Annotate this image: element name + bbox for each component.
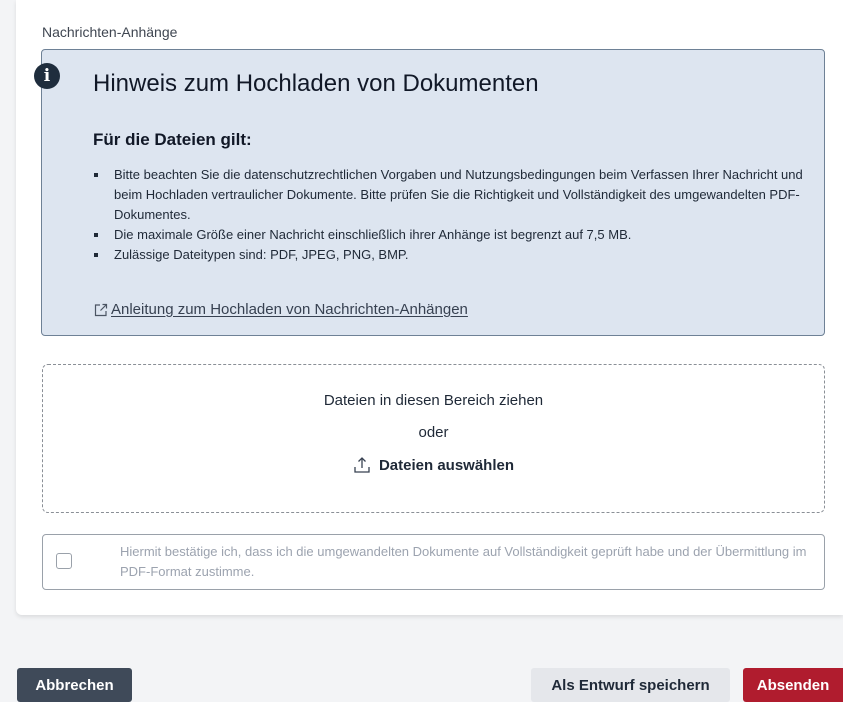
info-title: Hinweis zum Hochladen von Dokumenten [93, 70, 539, 97]
dropzone-drag-text: Dateien in diesen Bereich ziehen [323, 392, 544, 409]
cancel-button[interactable]: Abbrechen [17, 668, 132, 702]
select-files-label: Dateien auswählen [378, 456, 515, 474]
info-list: Bitte beachten Sie die datenschutzrechtl… [93, 165, 829, 265]
info-icon: i [34, 63, 60, 89]
send-button[interactable]: Absenden [743, 668, 843, 702]
external-link-icon [94, 303, 108, 316]
info-list-item: Zulässige Dateitypen sind: PDF, JPEG, PN… [94, 245, 829, 265]
select-files-button[interactable]: Dateien auswählen [43, 456, 824, 474]
confirmation-text: Hiermit bestätige ich, dass ich die umge… [120, 544, 807, 579]
upload-info-box: i Hinweis zum Hochladen von Dokumenten F… [34, 49, 825, 336]
upload-icon [354, 457, 370, 473]
section-label: Nachrichten-Anhänge [42, 24, 178, 40]
confirmation-box: Hiermit bestätige ich, dass ich die umge… [42, 534, 825, 590]
save-draft-button[interactable]: Als Entwurf speichern [531, 668, 730, 702]
upload-guide-link-label: Anleitung zum Hochladen von Nachrichten-… [111, 301, 468, 318]
confirmation-checkbox[interactable] [56, 553, 72, 569]
file-dropzone[interactable]: Dateien in diesen Bereich ziehen oder Da… [42, 364, 825, 513]
attachments-card: Nachrichten-Anhänge i Hinweis zum Hochla… [16, 0, 843, 615]
info-list-item: Bitte beachten Sie die datenschutzrechtl… [94, 165, 829, 225]
info-subtitle: Für die Dateien gilt: [93, 130, 252, 149]
dropzone-or-text: oder [418, 424, 449, 441]
upload-guide-link[interactable]: Anleitung zum Hochladen von Nachrichten-… [93, 301, 468, 318]
info-list-item: Die maximale Größe einer Nachricht einsc… [94, 225, 829, 245]
